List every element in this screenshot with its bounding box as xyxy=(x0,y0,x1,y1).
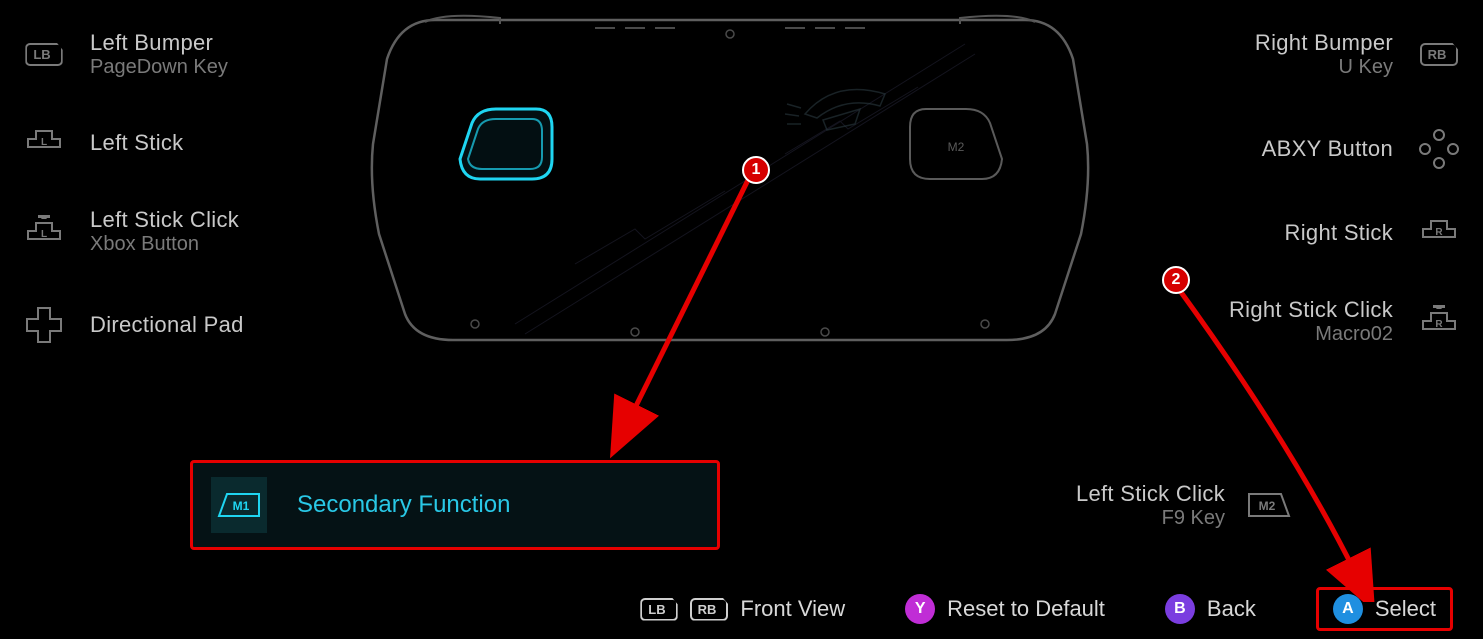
left-mapping-column: LB Left Bumper PageDown Key L Left Stick… xyxy=(20,30,320,344)
front-view-button[interactable]: LB RB Front View xyxy=(640,596,845,622)
abxy-label: ABXY Button xyxy=(1262,136,1393,162)
right-stick-icon: R xyxy=(1415,219,1463,247)
svg-text:L: L xyxy=(41,229,47,240)
abxy-icon xyxy=(1415,129,1463,169)
y-button-icon: Y xyxy=(905,594,935,624)
m1-mapping-row[interactable]: M1 Secondary Function xyxy=(190,460,720,550)
rb-badge-icon: RB xyxy=(690,598,729,621)
left-stick-click-label: Left Stick Click xyxy=(90,207,239,233)
left-stick-click-icon: L xyxy=(20,215,68,249)
select-label: Select xyxy=(1375,596,1436,622)
svg-text:R: R xyxy=(1435,319,1443,330)
left-stick-click-item[interactable]: L Left Stick Click Xbox Button xyxy=(20,207,320,256)
abxy-item[interactable]: ABXY Button xyxy=(1123,129,1463,169)
svg-text:M1: M1 xyxy=(233,499,250,513)
svg-text:M2: M2 xyxy=(948,140,965,154)
right-stick-click-icon: R xyxy=(1415,305,1463,339)
svg-text:L: L xyxy=(41,137,47,148)
m1-mapping-label: Secondary Function xyxy=(297,491,510,519)
left-stick-item[interactable]: L Left Stick xyxy=(20,129,320,157)
dpad-item[interactable]: Directional Pad xyxy=(20,306,320,344)
rb-icon: RB xyxy=(1415,43,1463,66)
annotation-marker-2: 2 xyxy=(1162,266,1190,294)
dpad-icon xyxy=(20,306,68,344)
left-stick-icon: L xyxy=(20,129,68,157)
right-stick-item[interactable]: Right Stick R xyxy=(1123,219,1463,247)
annotation-arrow-2 xyxy=(1160,282,1380,602)
lb-badge-icon: LB xyxy=(640,598,677,621)
front-view-label: Front View xyxy=(740,596,845,622)
reset-default-button[interactable]: Y Reset to Default xyxy=(905,594,1105,624)
lb-icon: LB xyxy=(20,43,68,66)
right-bumper-label: Right Bumper xyxy=(1255,30,1393,56)
reset-default-label: Reset to Default xyxy=(947,596,1105,622)
left-bumper-item[interactable]: LB Left Bumper PageDown Key xyxy=(20,30,320,79)
left-bumper-label: Left Bumper xyxy=(90,30,228,56)
left-stick-label: Left Stick xyxy=(90,130,183,156)
right-bumper-item[interactable]: Right Bumper U Key RB xyxy=(1123,30,1463,79)
m1-icon: M1 xyxy=(211,477,267,533)
svg-text:R: R xyxy=(1435,227,1443,238)
right-stick-label: Right Stick xyxy=(1285,220,1393,246)
left-stick-click-value: Xbox Button xyxy=(90,233,239,256)
right-bumper-value: U Key xyxy=(1255,56,1393,79)
annotation-arrow-1 xyxy=(600,168,770,468)
left-bumper-value: PageDown Key xyxy=(90,56,228,79)
annotation-marker-1: 1 xyxy=(742,156,770,184)
dpad-label: Directional Pad xyxy=(90,312,244,338)
